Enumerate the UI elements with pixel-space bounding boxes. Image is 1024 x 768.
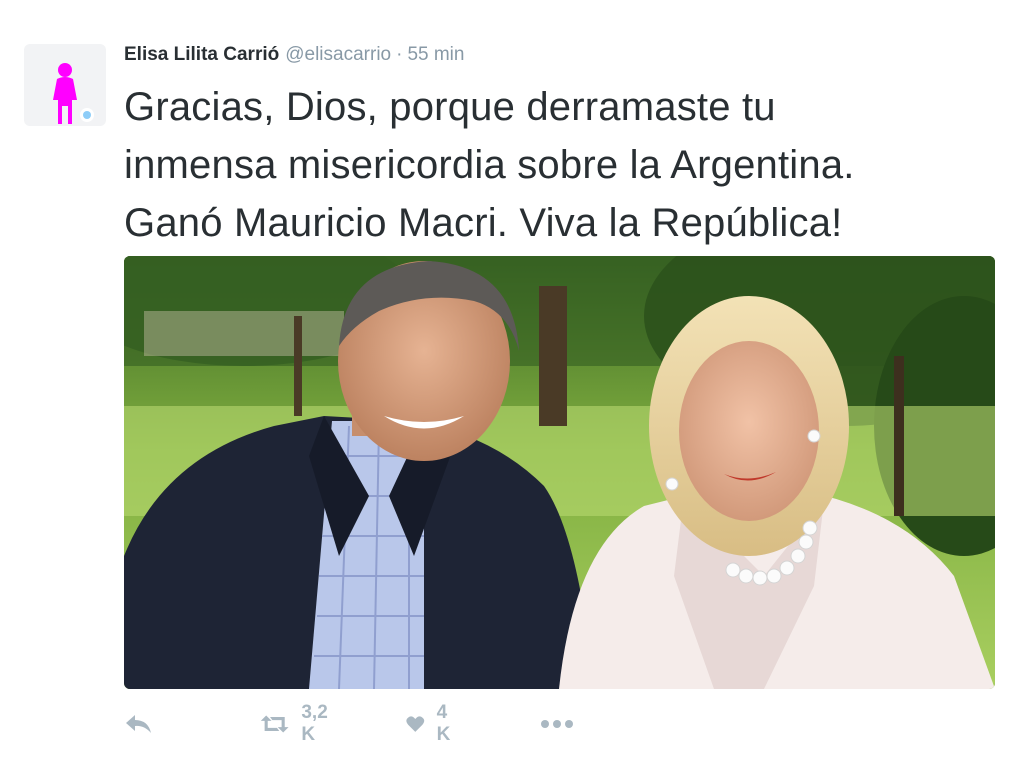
like-count: 4 K <box>436 702 451 745</box>
tweet-card: Elisa Lilita Carrió @elisacarrio · 55 min G… <box>0 0 1024 768</box>
retweet-icon <box>260 715 289 733</box>
tweet-text-line: Ganó Mauricio Macri. Viva la República! <box>124 201 843 245</box>
tweet-text: Gracias, Dios, porque derramaste tu inme… <box>124 78 1004 252</box>
tweet-text-line: inmensa misericordia sobre la Argentina. <box>124 143 855 187</box>
tweet-header: Elisa Lilita Carrió @elisacarrio · 55 min <box>124 43 464 67</box>
more-button[interactable] <box>540 708 574 740</box>
retweet-button[interactable]: 3,2 K <box>260 702 336 745</box>
heart-icon <box>406 716 425 732</box>
username[interactable]: @elisacarrio <box>285 44 391 65</box>
more-dots-icon <box>541 720 573 728</box>
like-button[interactable]: 4 K <box>406 702 458 745</box>
status-dot-icon <box>80 108 94 122</box>
photo-illustration <box>124 256 995 689</box>
timestamp[interactable]: 55 min <box>407 44 464 65</box>
reply-icon <box>126 715 151 733</box>
reply-button[interactable] <box>124 708 154 740</box>
header-separator: · <box>396 44 403 65</box>
tweet-photo[interactable] <box>124 256 995 689</box>
display-name[interactable]: Elisa Lilita Carrió <box>124 44 279 65</box>
tweet-text-line: Gracias, Dios, porque derramaste tu <box>124 85 776 129</box>
retweet-count: 3,2 K <box>301 702 328 745</box>
